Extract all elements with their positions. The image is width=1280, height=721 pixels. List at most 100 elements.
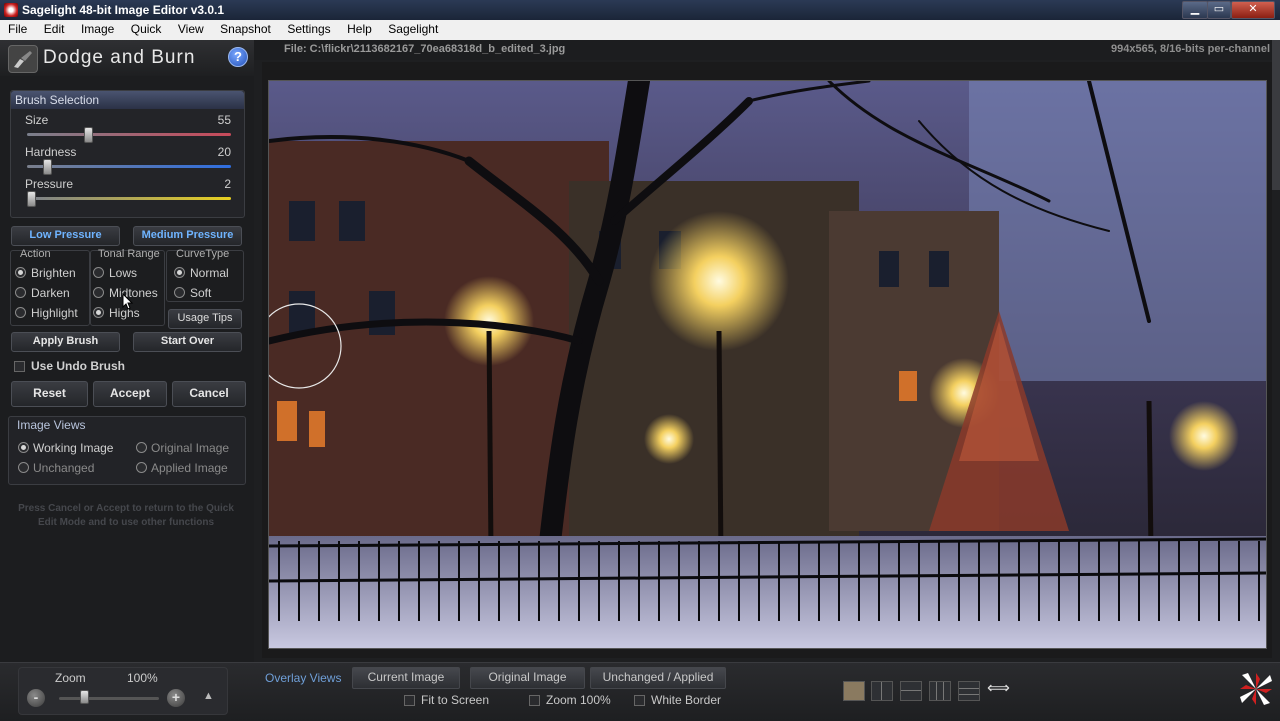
split-vertical-icon[interactable] bbox=[871, 681, 893, 701]
start-over-button[interactable]: Start Over bbox=[133, 332, 242, 352]
hardness-slider-track[interactable] bbox=[27, 165, 231, 168]
original-image-tab[interactable]: Original Image bbox=[470, 667, 585, 689]
white-border-checkbox[interactable] bbox=[634, 695, 645, 706]
usage-tips-button[interactable]: Usage Tips bbox=[168, 309, 242, 329]
action-heading: Action bbox=[20, 248, 51, 260]
hardness-slider-handle[interactable] bbox=[43, 159, 53, 175]
brush-selection-header: Brush Selection bbox=[11, 91, 244, 109]
menu-settings[interactable]: Settings bbox=[283, 20, 334, 36]
original-image-label[interactable]: Original Image bbox=[151, 441, 229, 455]
menu-sagelight[interactable]: Sagelight bbox=[384, 20, 442, 36]
image-info: 994x565, 8/16-bits per-channel bbox=[1111, 43, 1270, 55]
app-icon bbox=[4, 3, 18, 17]
accept-button[interactable]: Accept bbox=[93, 381, 167, 407]
fit-to-screen-label[interactable]: Fit to Screen bbox=[421, 693, 489, 707]
overlay-views-label: Overlay Views bbox=[265, 671, 342, 685]
winter-street-scene bbox=[269, 81, 1266, 648]
menu-image[interactable]: Image bbox=[77, 20, 118, 36]
side-by-side-icon[interactable] bbox=[929, 681, 951, 701]
brush-icon bbox=[8, 45, 38, 73]
hardness-value: 20 bbox=[217, 145, 231, 159]
menu-snapshot[interactable]: Snapshot bbox=[216, 20, 275, 36]
applied-image-radio[interactable] bbox=[136, 462, 147, 473]
file-info-bar: File: C:\flickr\2113682167_70ea68318d_b_… bbox=[254, 40, 1280, 60]
size-slider-track[interactable] bbox=[27, 133, 231, 136]
menu-bar: File Edit Image Quick View Snapshot Sett… bbox=[0, 20, 1280, 41]
soft-label[interactable]: Soft bbox=[190, 286, 211, 300]
midtones-radio[interactable] bbox=[93, 287, 104, 298]
mouse-cursor-icon bbox=[122, 293, 134, 310]
highs-radio[interactable] bbox=[93, 307, 104, 318]
panel-header: Dodge and Burn ? bbox=[0, 40, 254, 76]
cancel-button[interactable]: Cancel bbox=[172, 381, 246, 407]
zoom-100-label[interactable]: Zoom 100% bbox=[546, 693, 611, 707]
close-button[interactable]: ✕ bbox=[1231, 1, 1275, 19]
lows-radio[interactable] bbox=[93, 267, 104, 278]
darken-label[interactable]: Darken bbox=[31, 286, 70, 300]
apply-brush-button[interactable]: Apply Brush bbox=[11, 332, 120, 352]
zoom-100-checkbox[interactable] bbox=[529, 695, 540, 706]
darken-radio[interactable] bbox=[15, 287, 26, 298]
original-image-radio[interactable] bbox=[136, 442, 147, 453]
zoom-out-button[interactable]: - bbox=[27, 689, 45, 707]
use-undo-brush-checkbox[interactable] bbox=[14, 361, 25, 372]
tonal-range-heading: Tonal Range bbox=[98, 248, 160, 260]
brighten-radio[interactable] bbox=[15, 267, 26, 278]
window-title: Sagelight 48-bit Image Editor v3.0.1 bbox=[22, 3, 225, 17]
size-slider-handle[interactable] bbox=[84, 127, 94, 143]
applied-image-label[interactable]: Applied Image bbox=[151, 461, 228, 475]
menu-view[interactable]: View bbox=[174, 20, 208, 36]
highlight-radio[interactable] bbox=[15, 307, 26, 318]
working-image-radio[interactable] bbox=[18, 442, 29, 453]
brighten-label[interactable]: Brighten bbox=[31, 266, 76, 280]
normal-radio[interactable] bbox=[174, 267, 185, 278]
zoom-slider-track[interactable] bbox=[59, 697, 159, 700]
medium-pressure-button[interactable]: Medium Pressure bbox=[133, 226, 242, 246]
menu-help[interactable]: Help bbox=[343, 20, 376, 36]
single-view-icon[interactable] bbox=[843, 681, 865, 701]
maximize-button[interactable]: ▭ bbox=[1207, 1, 1231, 19]
image-views-heading: Image Views bbox=[17, 418, 86, 432]
pressure-slider-track[interactable] bbox=[27, 197, 231, 200]
working-image-label[interactable]: Working Image bbox=[33, 441, 113, 455]
dodge-burn-panel: Dodge and Burn ? Brush Selection Size 55… bbox=[0, 40, 254, 662]
size-label: Size bbox=[25, 113, 49, 127]
soft-radio[interactable] bbox=[174, 287, 185, 298]
title-bar: Sagelight 48-bit Image Editor v3.0.1 ▁ ▭… bbox=[0, 0, 1280, 20]
help-icon[interactable]: ? bbox=[228, 47, 248, 67]
brush-selection-group: Brush Selection Size 55 Hardness 20 Pres… bbox=[10, 90, 245, 218]
low-pressure-button[interactable]: Low Pressure bbox=[11, 226, 120, 246]
pressure-label: Pressure bbox=[25, 177, 74, 191]
split-horizontal-icon[interactable] bbox=[900, 681, 922, 701]
zoom-control: Zoom 100% - + ▲ bbox=[18, 667, 228, 715]
zoom-up-icon[interactable]: ▲ bbox=[203, 690, 214, 702]
fit-to-screen-checkbox[interactable] bbox=[404, 695, 415, 706]
use-undo-brush-label[interactable]: Use Undo Brush bbox=[31, 359, 125, 373]
unchanged-label[interactable]: Unchanged bbox=[33, 461, 94, 475]
highlight-label[interactable]: Highlight bbox=[31, 306, 78, 320]
vertical-scrollbar[interactable] bbox=[1272, 40, 1280, 190]
edited-photo[interactable] bbox=[268, 80, 1267, 649]
unchanged-radio[interactable] bbox=[18, 462, 29, 473]
bottom-toolbar: Zoom 100% - + ▲ Overlay Views Current Im… bbox=[0, 662, 1280, 721]
lows-label[interactable]: Lows bbox=[109, 266, 137, 280]
white-border-label[interactable]: White Border bbox=[651, 693, 721, 707]
current-image-tab[interactable]: Current Image bbox=[352, 667, 460, 689]
pressure-value: 2 bbox=[224, 177, 231, 191]
normal-label[interactable]: Normal bbox=[190, 266, 229, 280]
size-value: 55 bbox=[217, 113, 231, 127]
menu-edit[interactable]: Edit bbox=[40, 20, 69, 36]
menu-quick[interactable]: Quick bbox=[127, 20, 166, 36]
hardness-label: Hardness bbox=[25, 145, 77, 159]
zoom-in-button[interactable]: + bbox=[167, 689, 185, 707]
swap-arrows-icon[interactable]: ⟺ bbox=[987, 681, 1010, 699]
zoom-slider-handle[interactable] bbox=[80, 690, 89, 704]
unchanged-applied-tab[interactable]: Unchanged / Applied bbox=[590, 667, 726, 689]
minimize-button[interactable]: ▁ bbox=[1182, 1, 1208, 19]
file-name: File: C:\flickr\2113682167_70ea68318d_b_… bbox=[284, 43, 566, 55]
curve-type-heading: CurveType bbox=[176, 248, 230, 260]
reset-button[interactable]: Reset bbox=[11, 381, 88, 407]
stacked-view-icon[interactable] bbox=[958, 681, 980, 701]
menu-file[interactable]: File bbox=[4, 20, 31, 36]
pressure-slider-handle[interactable] bbox=[27, 191, 37, 207]
